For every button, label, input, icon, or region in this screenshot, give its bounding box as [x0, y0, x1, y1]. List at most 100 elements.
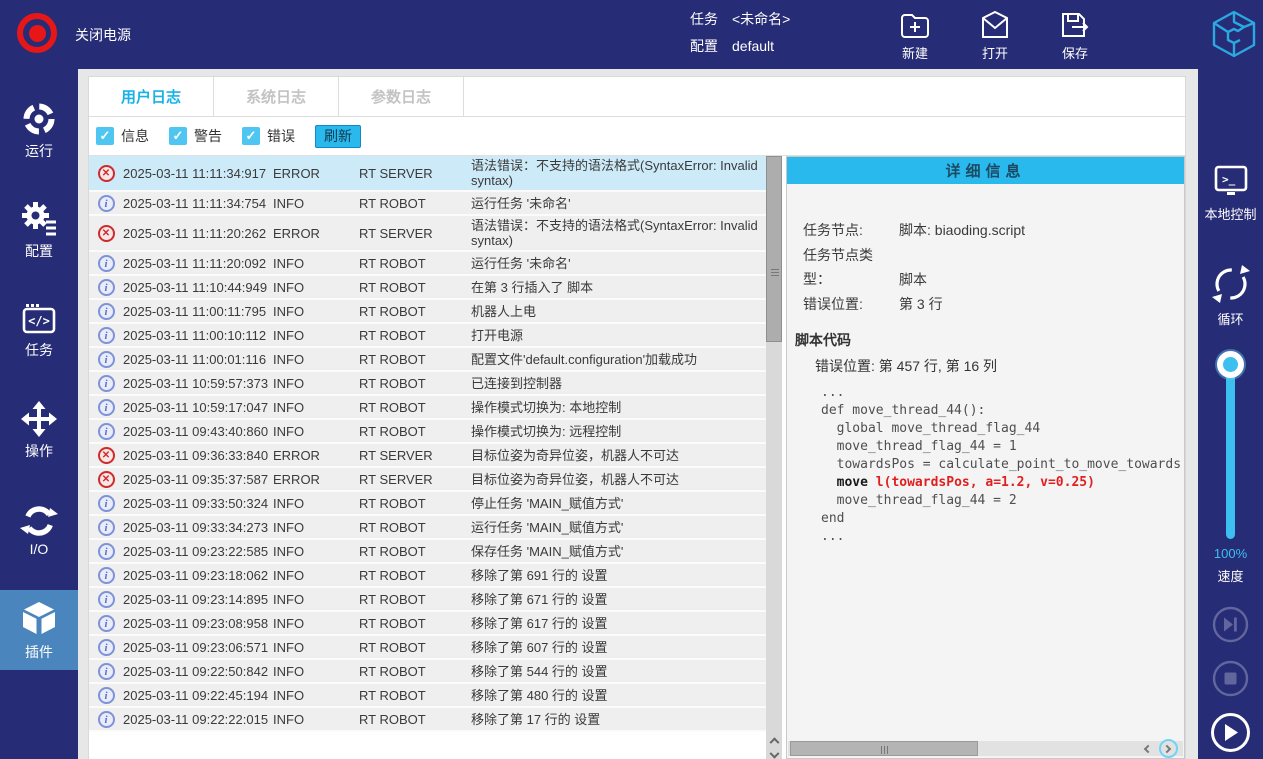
field-value: 脚本: biaoding.script — [899, 222, 1025, 238]
table-row[interactable]: i2025-03-11 09:23:22:585INFORT ROBOT保存任务… — [89, 540, 766, 564]
sidebar-item-label: I/O — [30, 541, 49, 557]
speed-slider-handle[interactable] — [1217, 351, 1244, 378]
log-source: RT ROBOT — [359, 616, 471, 631]
scroll-up-button[interactable] — [766, 733, 782, 746]
log-time: 2025-03-11 09:43:40:860 — [123, 424, 273, 439]
power-icon[interactable] — [17, 13, 57, 53]
table-row[interactable]: i2025-03-11 09:23:08:958INFORT ROBOT移除了第… — [89, 612, 766, 636]
log-level: ERROR — [273, 166, 359, 181]
top-bar: 关闭电源 任务 <未命名> 配置 default 新建 打开 — [0, 0, 1263, 69]
info-icon: i — [98, 639, 115, 656]
vertical-scrollbar[interactable] — [766, 156, 782, 759]
info-icon: i — [98, 591, 115, 608]
log-card: 用户日志 系统日志 参数日志 ✓ 信息 ✓ 警告 ✓ 错误 刷新 ✕2025-0… — [88, 76, 1186, 759]
error-icon: ✕ — [98, 225, 115, 242]
sidebar-item-plugin[interactable]: 插件 — [0, 590, 78, 670]
table-row[interactable]: i2025-03-11 09:33:34:273INFORT ROBOT运行任务… — [89, 516, 766, 540]
table-row[interactable]: i2025-03-11 11:00:10:112INFORT ROBOT打开电源 — [89, 324, 766, 348]
log-source: RT SERVER — [359, 226, 471, 241]
scroll-down-button[interactable] — [766, 750, 782, 759]
table-row[interactable]: ✕2025-03-11 11:11:34:917ERRORRT SERVER语法… — [89, 156, 766, 192]
log-msg: 移除了第 617 行的 设置 — [471, 614, 766, 633]
horizontal-scrollbar[interactable] — [788, 741, 1183, 756]
sidebar-item-io[interactable]: I/O — [0, 490, 78, 570]
code-line: ... — [821, 528, 1184, 546]
checkbox-warning[interactable]: ✓ 警告 — [169, 126, 222, 146]
log-level: INFO — [273, 424, 359, 439]
sidebar-item-task[interactable]: </> 任务 — [0, 290, 78, 370]
table-row[interactable]: i2025-03-11 09:22:45:194INFORT ROBOT移除了第… — [89, 684, 766, 708]
log-source: RT ROBOT — [359, 544, 471, 559]
table-row[interactable]: i2025-03-11 10:59:57:373INFORT ROBOT已连接到… — [89, 372, 766, 396]
log-source: RT ROBOT — [359, 664, 471, 679]
sidebar-item-operate[interactable]: 操作 — [0, 390, 78, 470]
table-row[interactable]: i2025-03-11 09:33:50:324INFORT ROBOT停止任务… — [89, 492, 766, 516]
sidebar-item-run[interactable]: 运行 — [0, 90, 78, 170]
table-row[interactable]: i2025-03-11 09:43:40:860INFORT ROBOT操作模式… — [89, 420, 766, 444]
detail-panel-title: 详细信息 — [787, 157, 1184, 184]
table-row[interactable]: i2025-03-11 09:23:06:571INFORT ROBOT移除了第… — [89, 636, 766, 660]
table-row[interactable]: ✕2025-03-11 09:36:33:840ERRORRT SERVER目标… — [89, 444, 766, 468]
info-icon: i — [98, 375, 115, 392]
table-row[interactable]: i2025-03-11 09:22:50:842INFORT ROBOT移除了第… — [89, 660, 766, 684]
gear-icon — [20, 200, 58, 238]
sidebar-item-config[interactable]: 配置 — [0, 190, 78, 270]
save-button[interactable]: 保存 — [1035, 9, 1115, 64]
scrollbar-thumb[interactable] — [766, 156, 782, 342]
loop-button[interactable] — [1198, 261, 1263, 307]
open-button-label: 打开 — [982, 43, 1008, 62]
table-row[interactable]: ✕2025-03-11 09:35:37:587ERRORRT SERVER目标… — [89, 468, 766, 492]
log-level: INFO — [273, 664, 359, 679]
table-row[interactable]: i2025-03-11 11:11:34:754INFORT ROBOT运行任务… — [89, 192, 766, 216]
log-level: INFO — [273, 256, 359, 271]
step-button[interactable] — [1212, 606, 1249, 643]
log-source: RT SERVER — [359, 448, 471, 463]
log-msg: 移除了第 17 行的 设置 — [471, 710, 766, 729]
log-time: 2025-03-11 11:10:44:949 — [123, 280, 273, 295]
error-icon: ✕ — [98, 165, 115, 182]
table-row[interactable]: i2025-03-11 10:59:17:047INFORT ROBOT操作模式… — [89, 396, 766, 420]
detail-field: 错误位置:第 3 行 — [803, 292, 1184, 317]
field-value: 脚本 — [899, 271, 927, 287]
log-time: 2025-03-11 11:11:34:917 — [123, 166, 273, 181]
log-time: 2025-03-11 11:11:20:262 — [123, 226, 273, 241]
new-button[interactable]: 新建 — [875, 9, 955, 64]
log-msg: 保存任务 'MAIN_赋值方式' — [471, 542, 766, 561]
stop-button[interactable] — [1212, 660, 1249, 697]
table-row[interactable]: ✕2025-03-11 11:11:20:262ERRORRT SERVER语法… — [89, 216, 766, 252]
table-row[interactable]: i2025-03-11 09:23:18:062INFORT ROBOT移除了第… — [89, 564, 766, 588]
table-row[interactable]: i2025-03-11 09:22:22:015INFORT ROBOT移除了第… — [89, 708, 766, 732]
table-row[interactable]: i2025-03-11 11:11:20:092INFORT ROBOT运行任务… — [89, 252, 766, 276]
table-row[interactable]: i2025-03-11 11:00:01:116INFORT ROBOT配置文件… — [89, 348, 766, 372]
table-row[interactable]: i2025-03-11 11:00:11:795INFORT ROBOT机器人上… — [89, 300, 766, 324]
terminal-icon: >_ — [1210, 162, 1252, 202]
info-icon: i — [98, 519, 115, 536]
table-row[interactable]: i2025-03-11 11:10:44:949INFORT ROBOT在第 3… — [89, 276, 766, 300]
speed-slider-track[interactable] — [1226, 363, 1235, 539]
tab-system-log[interactable]: 系统日志 — [214, 77, 339, 116]
checkbox-error[interactable]: ✓ 错误 — [242, 126, 295, 146]
checkbox-label: 警告 — [194, 126, 222, 146]
log-source: RT ROBOT — [359, 376, 471, 391]
local-control-button[interactable]: >_ — [1198, 162, 1263, 202]
config-value: default — [732, 35, 774, 62]
tab-user-log[interactable]: 用户日志 — [89, 77, 214, 116]
table-row[interactable]: i2025-03-11 09:23:14:895INFORT ROBOT移除了第… — [89, 588, 766, 612]
log-msg: 机器人上电 — [471, 302, 766, 321]
checkbox-info[interactable]: ✓ 信息 — [96, 126, 149, 146]
play-button[interactable] — [1210, 712, 1251, 753]
log-msg: 移除了第 544 行的 设置 — [471, 662, 766, 681]
open-button[interactable]: 打开 — [955, 9, 1035, 64]
scrollbar-thumb[interactable] — [790, 741, 978, 756]
log-level: INFO — [273, 196, 359, 211]
refresh-button[interactable]: 刷新 — [315, 125, 361, 148]
scroll-left-button[interactable] — [1141, 742, 1155, 755]
tab-bar: 用户日志 系统日志 参数日志 — [89, 77, 1185, 117]
log-msg: 操作模式切换为: 远程控制 — [471, 422, 766, 441]
log-source: RT ROBOT — [359, 196, 471, 211]
detail-panel-body: 任务节点:脚本: biaoding.script 任务节点类型：脚本 错误位置:… — [787, 184, 1184, 758]
tab-param-log[interactable]: 参数日志 — [339, 77, 464, 116]
field-label: 任务节点类型： — [803, 243, 899, 292]
script-code-block: ...def move_thread_44(): global move_thr… — [821, 384, 1184, 546]
power-label[interactable]: 关闭电源 — [75, 25, 131, 45]
